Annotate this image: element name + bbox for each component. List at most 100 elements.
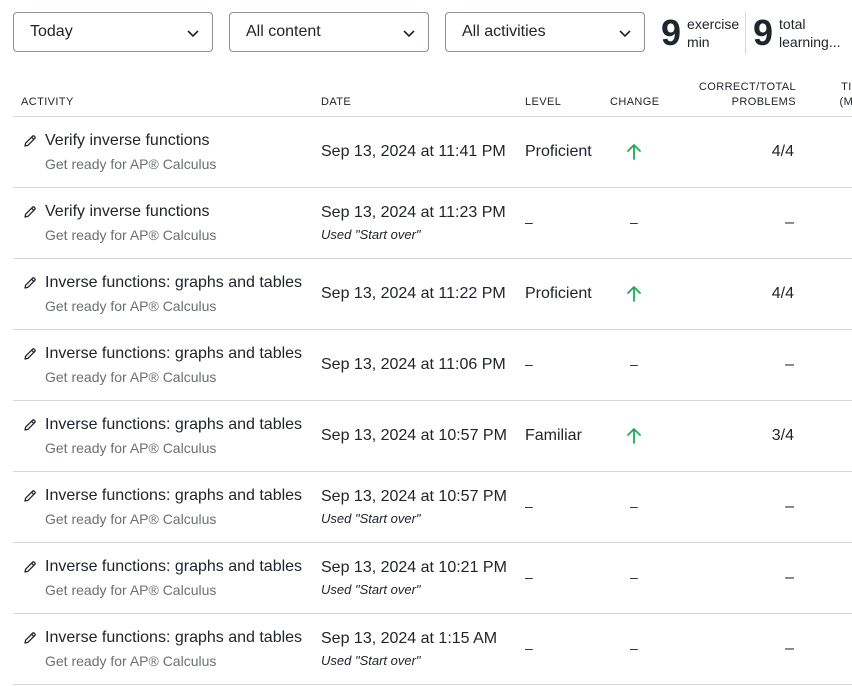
column-time-line1: TIME [841,81,852,93]
level-cell: – [523,613,610,685]
activity-note: Used "Start over" [321,227,421,242]
change-dash: – [630,640,638,656]
chevron-down-icon [619,30,631,38]
activity-course: Get ready for AP® Calculus [45,369,217,385]
activity-date: Sep 13, 2024 at 11:23 PM [321,204,506,221]
content-select[interactable]: All content [229,12,429,52]
content-select-value: All content [246,23,321,40]
activity-course: Get ready for AP® Calculus [45,440,217,456]
level-cell: Familiar [523,400,610,472]
activity-title[interactable]: Inverse functions: graphs and tables [45,556,302,578]
change-dash: – [630,569,638,585]
pencil-icon [24,277,36,289]
chevron-down-icon [403,30,415,38]
change-cell: – [610,187,690,259]
activity-text: Inverse functions: graphs and tables Get … [45,343,302,387]
table-row[interactable]: Verify inverse functions Get ready for AP… [13,187,852,259]
time-cell: 1 [804,542,852,614]
column-correct-line2: PROBLEMS [731,96,796,108]
activity-title[interactable]: Inverse functions: graphs and tables [45,414,302,436]
column-time[interactable]: TIME (MIN) [804,78,852,117]
total-learning-value: 9 [753,12,774,53]
column-time-line2: (MIN) [839,96,852,108]
correct-cell: 3/4 [690,400,804,472]
activity-title[interactable]: Verify inverse functions [45,130,216,152]
date-cell: Sep 13, 2024 at 10:57 PM [321,400,523,472]
correct-total: – [785,356,794,373]
activity-date: Sep 13, 2024 at 10:57 PM [321,427,507,444]
correct-cell: – [690,187,804,259]
activity-course: Get ready for AP® Calculus [45,227,217,243]
time-cell: 0 [804,471,852,543]
column-correct-total[interactable]: CORRECT/TOTAL PROBLEMS [690,78,804,117]
change-cell: – [610,613,690,685]
correct-total: – [785,640,794,657]
activity-date: Sep 13, 2024 at 11:41 PM [321,143,506,160]
arrow-up-icon [627,427,641,444]
activity-text: Inverse functions: graphs and tables Get … [45,627,302,671]
activity-wrap: Inverse functions: graphs and tables Get … [13,556,321,600]
change-cell: – [610,542,690,614]
activity-title[interactable]: Inverse functions: graphs and tables [45,272,302,294]
total-learning-label: total learning... [779,15,840,51]
activity-text: Inverse functions: graphs and tables Get … [45,485,302,529]
date-cell: Sep 13, 2024 at 1:15 AM Used "Start over" [321,613,523,685]
pencil-icon [24,135,36,147]
activity-text: Inverse functions: graphs and tables Get … [45,414,302,458]
table-row[interactable]: Inverse functions: graphs and tables Get … [13,258,852,330]
activity-title[interactable]: Inverse functions: graphs and tables [45,485,302,507]
table-header-row: ACTIVITY DATE LEVEL CHANGE CORRECT/TOTAL… [13,78,852,117]
period-select[interactable]: Today [13,12,213,52]
activity-course: Get ready for AP® Calculus [45,582,217,598]
correct-cell: – [690,471,804,543]
total-label-line2: learning... [779,34,841,50]
table-row[interactable]: Inverse functions: graphs and tables Get … [13,542,852,614]
table-row[interactable]: Inverse functions: graphs and tables Get … [13,400,852,472]
column-activity[interactable]: ACTIVITY [13,78,321,117]
activity-level: – [525,214,533,230]
change-cell [610,400,690,472]
time-cell: 0 [804,329,852,401]
exercise-minutes-stat: 9 exercise min [661,12,739,54]
column-date[interactable]: DATE [321,78,523,117]
pencil-icon [24,419,36,431]
stat-divider [745,12,746,54]
time-cell: 0 [804,613,852,685]
activity-date: Sep 13, 2024 at 10:57 PM [321,488,507,505]
activities-select[interactable]: All activities [445,12,645,52]
table-row[interactable]: Inverse functions: graphs and tables Get … [13,471,852,543]
date-cell: Sep 13, 2024 at 11:06 PM [321,329,523,401]
column-correct-line1: CORRECT/TOTAL [698,81,796,93]
activity-date: Sep 13, 2024 at 10:21 PM [321,559,507,576]
column-level[interactable]: LEVEL [523,78,610,117]
table-row[interactable]: Inverse functions: graphs and tables Get … [13,613,852,685]
table-body: Verify inverse functions Get ready for AP… [13,116,852,685]
activity-text: Inverse functions: graphs and tables Get … [45,272,302,316]
level-cell: – [523,187,610,259]
table-row[interactable]: Verify inverse functions Get ready for AP… [13,116,852,188]
activities-select-value: All activities [462,23,546,40]
activity-level: – [525,569,533,585]
activity-title[interactable]: Inverse functions: graphs and tables [45,627,302,649]
change-cell: – [610,329,690,401]
change-dash: – [630,498,638,514]
activity-text: Verify inverse functions Get ready for AP… [45,130,216,174]
pencil-icon [24,206,36,218]
column-change[interactable]: CHANGE [610,78,690,117]
activity-wrap: Inverse functions: graphs and tables Get … [13,343,321,387]
activity-course: Get ready for AP® Calculus [45,298,217,314]
pencil-icon [24,348,36,360]
activity-title[interactable]: Verify inverse functions [45,201,216,223]
activity-note: Used "Start over" [321,653,421,668]
chevron-down-icon [187,30,199,38]
activity-course: Get ready for AP® Calculus [45,156,217,172]
date-cell: Sep 13, 2024 at 10:21 PM Used "Start over… [321,542,523,614]
activity-level: Proficient [525,143,592,160]
activity-title[interactable]: Inverse functions: graphs and tables [45,343,302,365]
correct-total: – [785,498,794,515]
level-cell: Proficient [523,116,610,188]
activity-cell: Inverse functions: graphs and tables Get … [13,542,321,614]
correct-cell: – [690,329,804,401]
table-row[interactable]: Inverse functions: graphs and tables Get … [13,329,852,401]
activity-cell: Inverse functions: graphs and tables Get … [13,329,321,401]
